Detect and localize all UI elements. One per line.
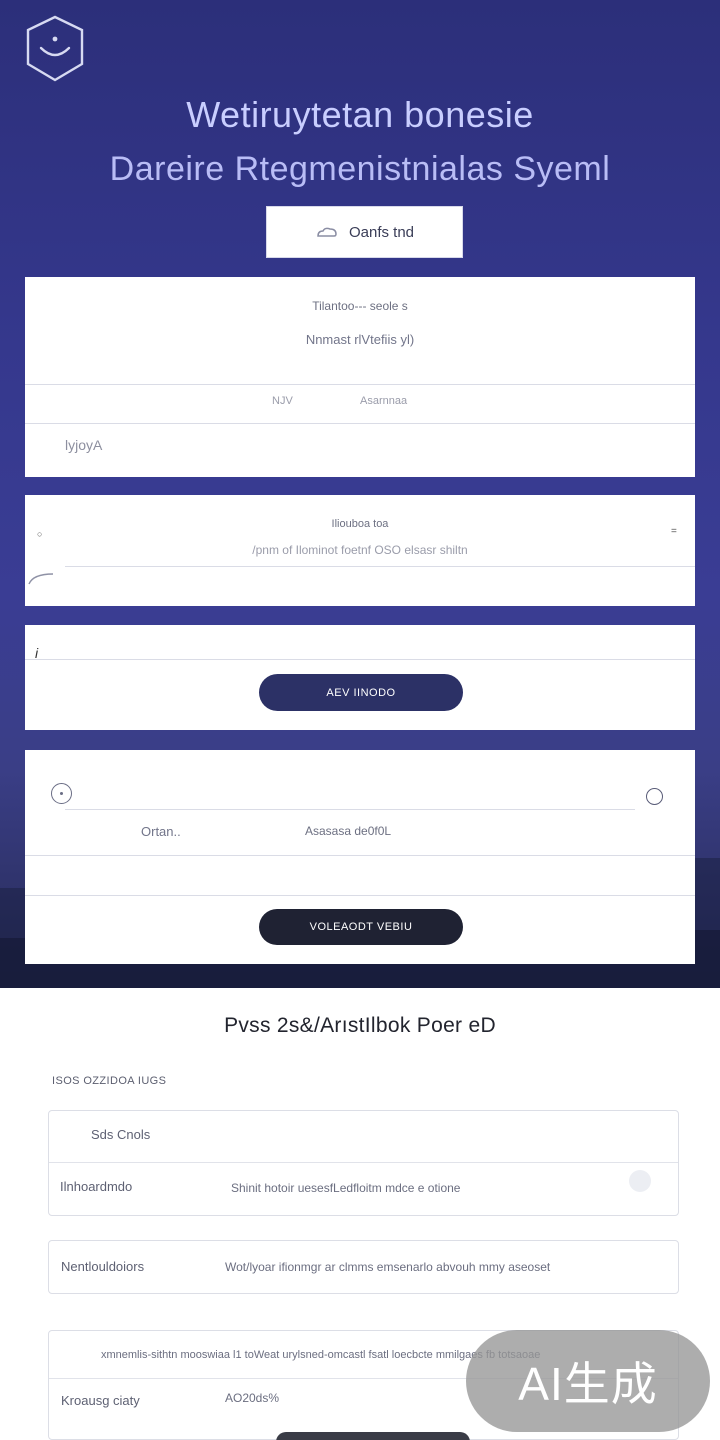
hero-title-line-1: Wetiruytetan bonesie xyxy=(186,94,534,135)
settings-panel-1: Sds Cnols Ilnhoardmdo Shinit hotoir uese… xyxy=(48,1110,679,1216)
primary-action-button[interactable]: AEV IINODO xyxy=(259,674,463,711)
card-1-row-left: NJV xyxy=(272,395,293,407)
card-4-label-left: Ortan.. xyxy=(141,824,181,839)
radio-icon[interactable] xyxy=(646,788,663,805)
divider xyxy=(65,809,635,810)
hero-title-line-2: Dareire Rtegmenistnialas Syeml xyxy=(109,150,611,188)
info-card-3: i AEV IINODO xyxy=(25,625,695,730)
divider xyxy=(25,384,695,385)
info-card-2: ○ Iliouboa toa /pnm of Ilominot foetnf O… xyxy=(25,495,695,606)
panel-1-row-text: Shinit hotoir uesesfLedfloitm mdce e oti… xyxy=(231,1181,461,1195)
radio-icon[interactable] xyxy=(51,783,72,804)
card-1-row-right: Asarnnaa xyxy=(360,395,408,407)
panel-3-row-value: AO20ds% xyxy=(225,1391,280,1405)
info-card-4: Ortan.. Asasasa de0f0L VOLEAODT VEBIU xyxy=(25,750,695,964)
divider xyxy=(25,659,695,660)
hero-cta-button[interactable]: Oanfs tnd xyxy=(266,206,463,258)
chevron-icon[interactable] xyxy=(25,568,57,586)
divider xyxy=(25,855,695,856)
panel-1-row-label: Ilnhoardmdo xyxy=(60,1179,133,1194)
toggle-switch[interactable] xyxy=(629,1170,651,1192)
card-1-subtitle: Nnmast rlVtefiis yl) xyxy=(305,332,415,347)
card-4-label-right: Asasasa de0f0L xyxy=(305,824,392,838)
divider xyxy=(65,566,695,567)
panel-2-row-label: Nentlouldoiors xyxy=(61,1259,145,1274)
panel-1-header: Sds Cnols xyxy=(91,1127,151,1142)
card-1-input[interactable]: lyjoyA xyxy=(65,437,102,453)
ai-generated-watermark: AI生成 xyxy=(466,1330,710,1432)
divider xyxy=(49,1162,678,1163)
panel-2-row-text: Wot/lyoar ifionmgr ar clmms emsenarlo ab… xyxy=(225,1260,551,1274)
settings-panel-2: Nentlouldoiors Wot/lyoar ifionmgr ar clm… xyxy=(48,1240,679,1294)
section-subtitle: ISOS OZZIDOA IUGS xyxy=(52,1075,167,1087)
bottom-action-button[interactable] xyxy=(276,1432,470,1440)
hero-cta-label: Oanfs tnd xyxy=(348,223,415,241)
divider xyxy=(25,423,695,424)
info-card-1: Tilantoo--- seole s Nnmast rlVtefiis yl)… xyxy=(25,277,695,477)
cloud-icon xyxy=(317,227,337,237)
card-2-heading: Iliouboa toa xyxy=(331,518,389,530)
secondary-action-button[interactable]: VOLEAODT VEBIU xyxy=(259,909,463,945)
hero-banner: Wetiruytetan bonesie Dareire Rtegmenistn… xyxy=(0,0,720,988)
section-title: Pvss 2s&/ArıstIlbok Poer eD xyxy=(224,1014,496,1037)
card-2-description: /pnm of Ilominot foetnf OSO elsasr shilt… xyxy=(252,543,468,557)
divider xyxy=(25,895,695,896)
card-2-left-dot: ○ xyxy=(37,529,43,539)
panel-3-row-label: Kroausg ciaty xyxy=(61,1393,140,1408)
card-2-menu-icon[interactable]: = xyxy=(671,526,677,537)
shield-logo-icon[interactable] xyxy=(24,14,86,84)
card-1-heading: Tilantoo--- seole s xyxy=(312,299,408,313)
